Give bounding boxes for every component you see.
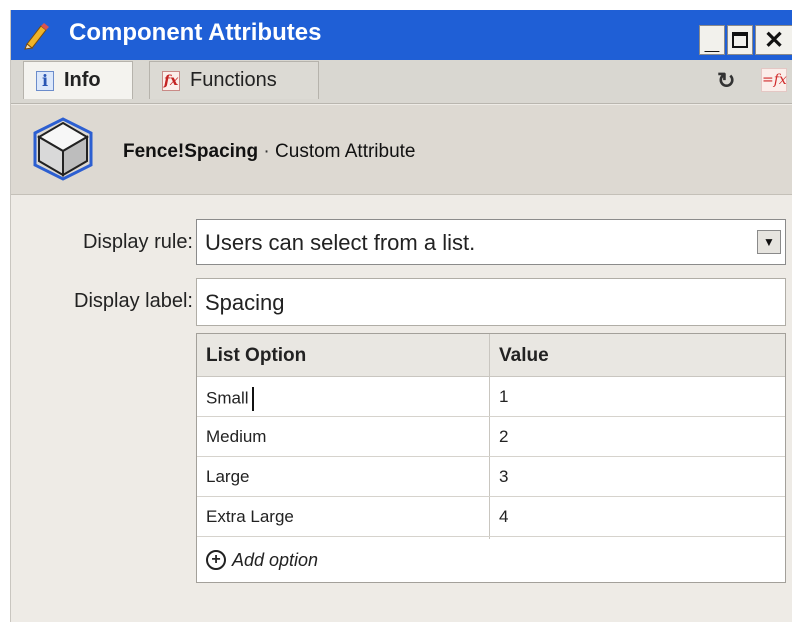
display-rule-select[interactable]: Users can select from a list. ▼ [196,219,786,265]
component-heading: Fence!Spacing · Custom Attribute [123,141,416,163]
component-header: Fence!Spacing · Custom Attribute [11,105,792,195]
display-label-value: Spacing [205,290,285,315]
dropdown-arrow-icon[interactable]: ▼ [757,230,781,254]
window-title: Component Attributes [69,19,322,46]
display-label-label: Display label: [74,290,193,312]
value-cell[interactable]: 4 [499,507,508,527]
table-row[interactable]: Large 3 [197,457,785,497]
value-cell[interactable]: 3 [499,467,508,487]
refresh-icon[interactable]: ↻ [717,68,743,93]
option-cell[interactable]: Small [206,387,254,411]
tab-functions-label: Functions [190,69,277,91]
option-cell[interactable]: Medium [206,427,266,447]
add-option-label: Add option [232,549,319,570]
close-button[interactable]: ✕ [755,25,792,55]
tab-info[interactable]: i Info [23,61,133,99]
minimize-button[interactable]: _ [699,25,725,55]
maximize-icon [732,32,748,48]
tab-info-label: Info [64,69,101,91]
title-bar[interactable]: Component Attributes _ ✕ [11,10,792,60]
minimize-icon: _ [704,25,720,55]
display-rule-label: Display rule: [82,231,193,253]
heading-separator: · [258,141,276,162]
formula-icon[interactable]: =fx [761,68,787,92]
app-pencil-icon [24,23,49,50]
table-row[interactable]: Small 1 [197,377,785,417]
column-header-value[interactable]: Value [499,345,549,367]
component-attributes-window: Component Attributes _ ✕ i Info fx Funct… [10,10,792,622]
table-header: List Option Value [197,334,785,377]
tab-functions[interactable]: fx Functions [149,61,319,99]
tab-bar: i Info fx Functions [11,60,792,104]
add-option-button[interactable]: + Add option [197,540,785,580]
close-icon: ✕ [763,26,785,54]
maximize-button[interactable] [727,25,753,55]
table-row[interactable]: Extra Large 4 [197,497,785,537]
add-circle-icon: + [206,550,226,570]
option-cell[interactable]: Large [206,467,249,487]
attribute-type: Custom Attribute [275,141,416,162]
value-cell[interactable]: 2 [499,427,508,447]
function-icon: fx [162,70,180,91]
value-cell[interactable]: 1 [499,387,508,407]
table-row[interactable]: Medium 2 [197,417,785,457]
list-options-table: List Option Value Small 1 Medium 2 Large… [196,333,786,583]
option-text: Small [206,388,249,408]
option-cell[interactable]: Extra Large [206,507,294,527]
display-rule-value: Users can select from a list. [205,230,476,255]
component-cube-icon [33,117,93,181]
column-header-list-option[interactable]: List Option [206,345,306,367]
display-label-input[interactable]: Spacing [196,278,786,326]
info-icon: i [36,70,54,91]
text-caret [251,387,254,411]
component-name: Fence!Spacing [123,141,259,162]
